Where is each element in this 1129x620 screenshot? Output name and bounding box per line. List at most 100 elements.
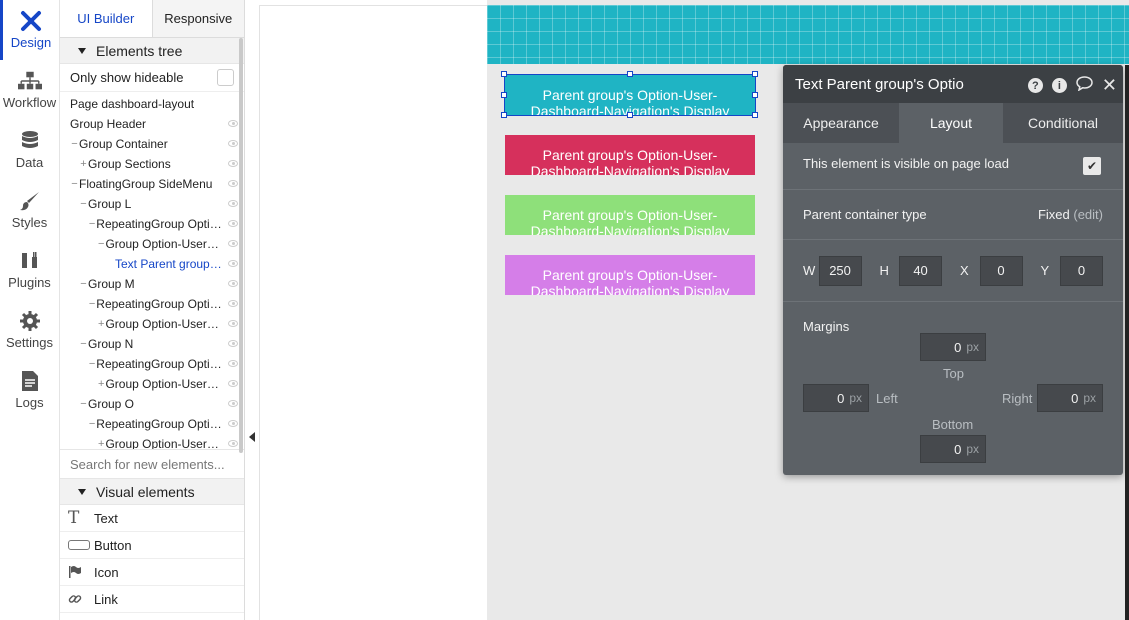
expand-icon[interactable]: + bbox=[97, 438, 105, 449]
resize-handle[interactable] bbox=[501, 92, 507, 98]
x-input[interactable]: 0 bbox=[979, 255, 1023, 286]
collapse-icon[interactable]: − bbox=[88, 358, 96, 370]
eye-icon[interactable] bbox=[228, 340, 238, 347]
close-icon[interactable]: ✕ bbox=[1102, 76, 1117, 94]
margin-right-input[interactable]: 0 px bbox=[1037, 384, 1103, 412]
eye-icon[interactable] bbox=[228, 300, 238, 307]
tree-item[interactable]: − Group Option-User-D... bbox=[60, 234, 244, 254]
property-editor-title-bar[interactable]: Text Parent group's Optio ? i ✕ bbox=[783, 65, 1123, 103]
collapse-icon[interactable]: − bbox=[70, 178, 79, 190]
eye-icon[interactable] bbox=[228, 120, 238, 127]
eye-icon[interactable] bbox=[228, 140, 238, 147]
tree-item[interactable]: − RepeatingGroup Option... bbox=[60, 354, 244, 374]
tab-appearance[interactable]: Appearance bbox=[783, 103, 899, 143]
rail-item-settings[interactable]: Settings bbox=[0, 300, 59, 360]
visual-element-text[interactable]: T Text bbox=[60, 505, 244, 532]
tab-layout[interactable]: Layout bbox=[899, 103, 1003, 143]
tree-item[interactable]: + Group Option-User-D... bbox=[60, 314, 244, 334]
eye-icon[interactable] bbox=[228, 380, 238, 387]
tree-item[interactable]: Page dashboard-layout bbox=[60, 94, 244, 114]
collapse-icon[interactable]: − bbox=[79, 278, 88, 290]
collapse-icon[interactable]: − bbox=[88, 298, 96, 310]
expand-icon[interactable]: + bbox=[97, 318, 105, 330]
comment-icon[interactable] bbox=[1076, 76, 1093, 95]
option-text-element[interactable]: Parent group's Option-User- Dashboard-Na… bbox=[505, 75, 755, 115]
visual-elements-header[interactable]: Visual elements bbox=[60, 479, 244, 505]
tree-item[interactable]: − FloatingGroup SideMenu bbox=[60, 174, 244, 194]
eye-icon[interactable] bbox=[228, 240, 238, 247]
expand-icon[interactable]: + bbox=[79, 158, 88, 170]
collapse-icon[interactable]: − bbox=[88, 418, 96, 430]
tree-item[interactable]: − Group L bbox=[60, 194, 244, 214]
tree-item[interactable]: Group Header bbox=[60, 114, 244, 134]
eye-icon[interactable] bbox=[228, 440, 238, 447]
visual-element-button[interactable]: Button bbox=[60, 532, 244, 559]
tree-item[interactable]: + Group Sections bbox=[60, 154, 244, 174]
eye-icon[interactable] bbox=[228, 320, 238, 327]
eye-icon[interactable] bbox=[228, 420, 238, 427]
eye-icon[interactable] bbox=[228, 400, 238, 407]
info-icon[interactable]: i bbox=[1051, 78, 1067, 93]
resize-handle[interactable] bbox=[752, 71, 758, 77]
y-input[interactable]: 0 bbox=[1060, 255, 1103, 286]
option-text-element[interactable]: Parent group's Option-User- Dashboard-Na… bbox=[505, 135, 755, 175]
eye-icon[interactable] bbox=[228, 200, 238, 207]
rail-item-data[interactable]: Data bbox=[0, 120, 59, 180]
element-search-input[interactable] bbox=[70, 456, 235, 472]
collapse-panel-arrow-icon[interactable] bbox=[249, 432, 255, 442]
collapse-icon[interactable]: − bbox=[97, 238, 105, 250]
visible-on-load-checkbox[interactable]: ✔ bbox=[1083, 157, 1101, 175]
collapse-icon[interactable]: − bbox=[79, 198, 88, 210]
tab-responsive[interactable]: Responsive bbox=[152, 0, 244, 37]
elements-tree-header[interactable]: Elements tree bbox=[60, 38, 244, 64]
margin-left-input[interactable]: 0 px bbox=[803, 384, 869, 412]
rail-item-logs[interactable]: Logs bbox=[0, 360, 59, 420]
eye-icon[interactable] bbox=[228, 180, 238, 187]
margin-bottom-input[interactable]: 0 px bbox=[920, 435, 986, 463]
eye-icon[interactable] bbox=[228, 260, 238, 267]
visual-element-link[interactable]: Link bbox=[60, 586, 244, 613]
tree-item[interactable]: − RepeatingGroup Option... bbox=[60, 414, 244, 434]
resize-handle[interactable] bbox=[627, 112, 633, 118]
tree-item[interactable]: − RepeatingGroup Option... bbox=[60, 294, 244, 314]
rail-item-design[interactable]: Design bbox=[0, 0, 59, 60]
tree-item[interactable]: − Group Container bbox=[60, 134, 244, 154]
eye-icon[interactable] bbox=[228, 220, 238, 227]
eye-icon[interactable] bbox=[228, 360, 238, 367]
tab-conditional[interactable]: Conditional bbox=[1003, 103, 1123, 143]
tab-ui-builder[interactable]: UI Builder bbox=[60, 0, 153, 37]
eye-icon[interactable] bbox=[228, 160, 238, 167]
collapse-icon[interactable]: − bbox=[88, 218, 96, 230]
tree-item[interactable]: + Group Option-User-D... bbox=[60, 374, 244, 394]
rail-item-plugins[interactable]: Plugins bbox=[0, 240, 59, 300]
tree-item[interactable]: + Group Option-User-D... bbox=[60, 434, 244, 449]
help-icon[interactable]: ? bbox=[1027, 78, 1043, 93]
parent-container-edit-link[interactable]: (edit) bbox=[1073, 207, 1103, 222]
resize-handle[interactable] bbox=[752, 112, 758, 118]
collapse-icon[interactable]: − bbox=[79, 338, 88, 350]
rail-item-styles[interactable]: Styles bbox=[0, 180, 59, 240]
tree-scrollbar[interactable] bbox=[239, 38, 243, 453]
rail-item-workflow[interactable]: Workflow bbox=[0, 60, 59, 120]
option-text-element[interactable]: Parent group's Option-User- Dashboard-Na… bbox=[505, 195, 755, 235]
tree-item[interactable]: − Group N bbox=[60, 334, 244, 354]
eye-icon[interactable] bbox=[228, 280, 238, 287]
option-text-element[interactable]: Parent group's Option-User- Dashboard-Na… bbox=[505, 255, 755, 295]
width-input[interactable]: 250 bbox=[818, 255, 862, 286]
resize-handle[interactable] bbox=[627, 71, 633, 77]
tree-item[interactable]: Text Parent group's ... bbox=[60, 254, 244, 274]
expand-icon[interactable]: + bbox=[97, 378, 105, 390]
height-input[interactable]: 40 bbox=[899, 255, 942, 286]
resize-handle[interactable] bbox=[501, 71, 507, 77]
tree-item[interactable]: − Group M bbox=[60, 274, 244, 294]
only-show-hideable-checkbox[interactable] bbox=[217, 69, 234, 86]
visual-element-icon[interactable]: Icon bbox=[60, 559, 244, 586]
tree-item[interactable]: − Group O bbox=[60, 394, 244, 414]
collapse-icon[interactable]: − bbox=[79, 398, 88, 410]
margin-top-input[interactable]: 0 px bbox=[920, 333, 986, 361]
tree-item[interactable]: − RepeatingGroup Option... bbox=[60, 214, 244, 234]
collapse-icon[interactable]: − bbox=[70, 138, 79, 150]
resize-handle[interactable] bbox=[752, 92, 758, 98]
resize-handle[interactable] bbox=[501, 112, 507, 118]
tree-item-label: Group Container bbox=[79, 137, 168, 151]
